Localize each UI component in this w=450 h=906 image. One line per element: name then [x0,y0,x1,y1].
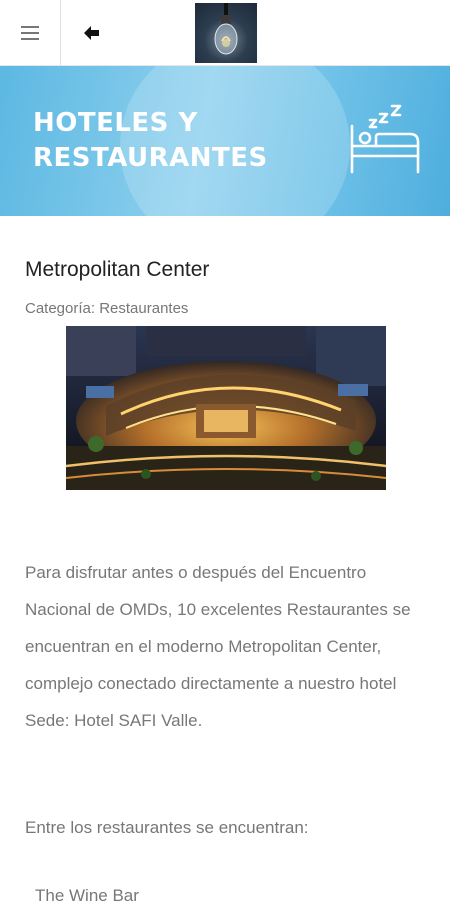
restaurant-list-item: The Wine Bar [35,886,139,905]
menu-button[interactable] [0,0,61,66]
bed-sleep-icon [350,104,420,174]
light-bulb-icon [214,3,238,55]
post-category: Categoría: Restaurantes [25,300,189,317]
back-button[interactable] [72,18,112,48]
banner-title-line-1: HOTELES Y [33,108,198,138]
banner-title: HOTELES Y RESTAURANTES [33,106,333,176]
post-paragraph-1: Para disfrutar antes o después del Encue… [25,563,411,730]
post-paragraph-2: Entre los restaurantes se encuentran: [25,818,309,837]
top-app-bar [0,0,450,66]
post-title: Metropolitan Center [25,258,210,281]
light-bulb-logo[interactable] [195,3,257,63]
metropolitan-center-photo[interactable] [66,326,386,490]
hamburger-menu-icon [21,26,39,40]
banner-title-line-2: RESTAURANTES [33,143,268,173]
arrow-left-icon [84,26,99,40]
aerial-mall-image [66,326,386,490]
